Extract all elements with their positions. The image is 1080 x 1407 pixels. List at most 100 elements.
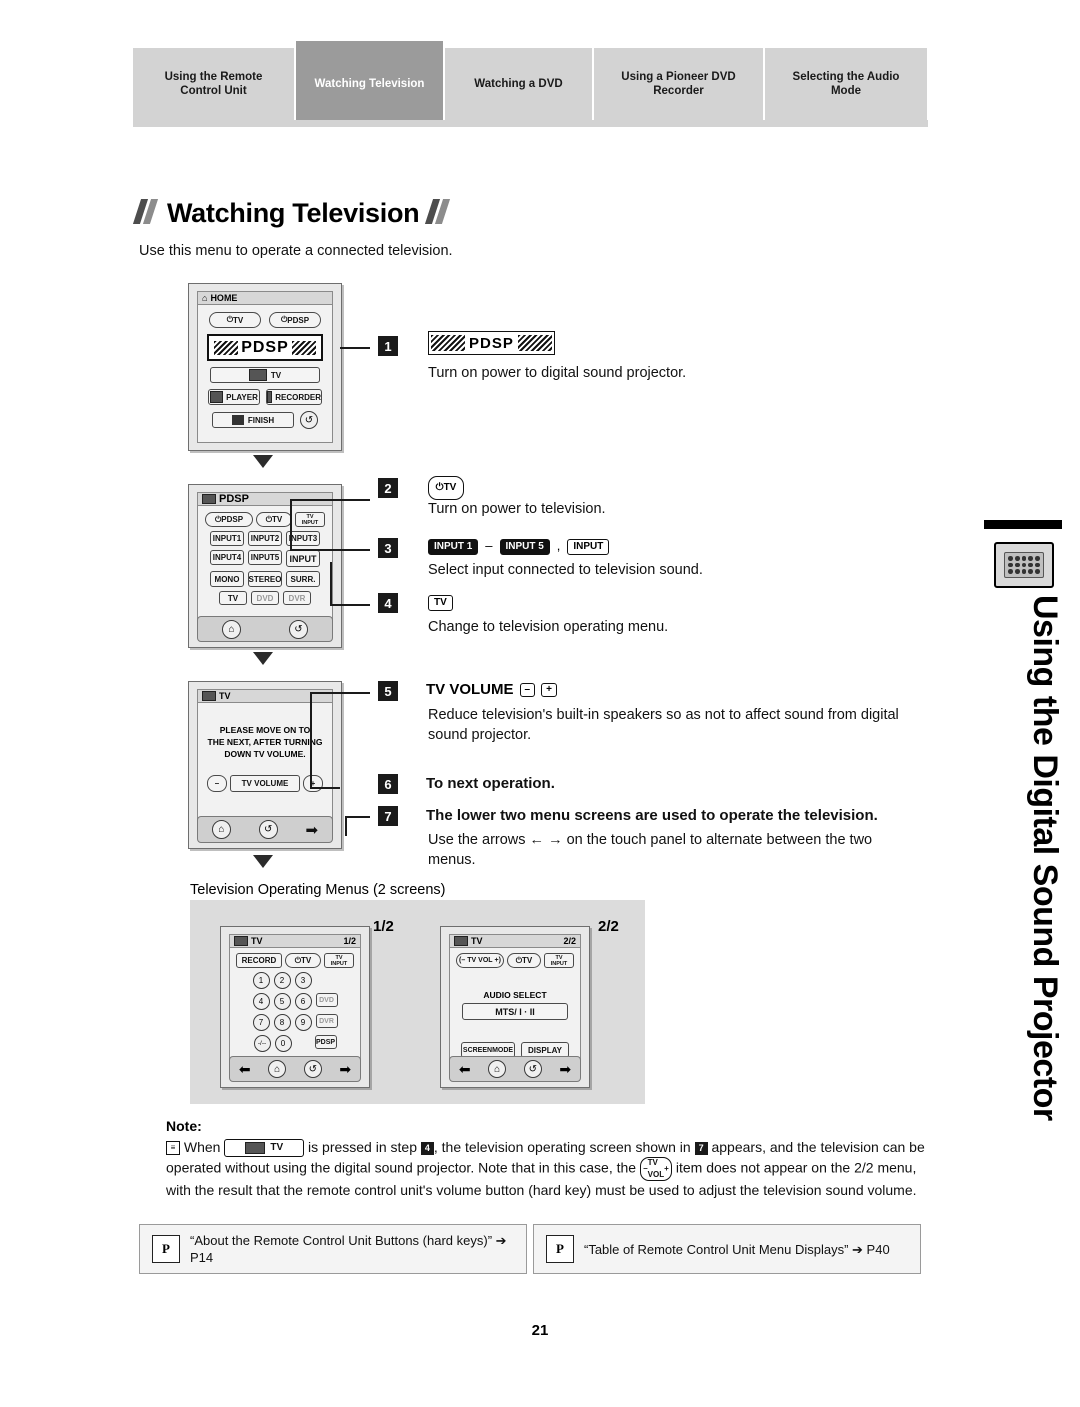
home-btn-tv[interactable]: TV: [210, 367, 320, 383]
pdsp-btn-tv[interactable]: TV: [219, 591, 247, 605]
tvvol-plus-button[interactable]: +: [303, 775, 323, 792]
tv-btn-record[interactable]: RECORD: [236, 953, 282, 968]
pdsp-btn-stereo[interactable]: STEREO: [248, 571, 282, 587]
tv-key-6[interactable]: 6: [294, 993, 312, 1010]
tv-1-2-screen: TV 1/2 RECORD ⏻ TV TV INPUT 1 2 3 4 5 6 …: [229, 934, 361, 1062]
tv-key-0[interactable]: 0: [274, 1035, 292, 1052]
pdsp-btn-surr[interactable]: SURR.: [286, 571, 320, 587]
pdsp-btn-mono[interactable]: MONO: [210, 571, 244, 587]
pdsp-icon: [202, 494, 216, 504]
home-btn-pdsp[interactable]: PDSP: [207, 334, 323, 361]
reference-box-1[interactable]: P “About the Remote Control Unit Buttons…: [139, 1224, 527, 1274]
pdsp-btn-input[interactable]: INPUT: [286, 550, 320, 567]
home-btn-recorder[interactable]: RECORDER: [266, 389, 322, 405]
input-key-icon: INPUT: [567, 538, 610, 555]
pdsp-btn-input4[interactable]: INPUT4: [210, 550, 244, 565]
tv-icon: [234, 936, 248, 946]
tv-2-2-btn-tv-input[interactable]: TV INPUT: [544, 953, 574, 968]
tv-btn-pdsp[interactable]: PDSP: [314, 1035, 337, 1049]
tv-1-2-back-button[interactable]: ↺: [303, 1060, 322, 1078]
pdsp-btn-pdsp-power[interactable]: ⏻ PDSP: [205, 512, 253, 527]
heading-slash-left-icon: [132, 198, 159, 229]
tv-key-3[interactable]: 3: [294, 972, 312, 989]
tab-label-line1: Watching Television: [314, 78, 425, 90]
tvvol-message-line3: DOWN TV VOLUME.: [224, 749, 306, 759]
two-screens-block: TV 1/2 RECORD ⏻ TV TV INPUT 1 2 3 4 5 6 …: [190, 900, 645, 1104]
remote-screen-tv-1-2: TV 1/2 RECORD ⏻ TV TV INPUT 1 2 3 4 5 6 …: [220, 926, 370, 1088]
tv-btn-tv-power[interactable]: ⏻ TV: [285, 953, 321, 968]
flow-arrow-1: [253, 455, 273, 468]
tv-key-2[interactable]: 2: [273, 972, 291, 989]
home-btn-player[interactable]: PLAYER: [208, 389, 260, 405]
tab-watching-television[interactable]: Watching Television: [296, 41, 444, 127]
home-btn-back[interactable]: ↺: [300, 411, 318, 429]
pdsp-btn-dvr[interactable]: DVR: [283, 591, 311, 605]
connector-5a: [310, 692, 370, 694]
note-bullet-icon: ≡: [166, 1141, 180, 1156]
tv-key-1[interactable]: 1: [252, 972, 270, 989]
tvvol-home-button[interactable]: ⌂: [211, 820, 231, 839]
home-btn-tv-power[interactable]: ⏻ TV: [209, 312, 261, 328]
page-title: Watching Television: [167, 198, 420, 228]
next-arrow-icon[interactable]: ➡: [339, 1061, 351, 1078]
tv-2-2-screen: TV 2/2 (– TV VOL +) ⏻ TV TV INPUT AUDIO S: [449, 934, 581, 1062]
step-number-6: 6: [378, 774, 398, 794]
connector-4v: [330, 562, 332, 605]
tvvol-minus-button[interactable]: –: [207, 775, 227, 792]
tv-2-2-home-button[interactable]: ⌂: [488, 1060, 507, 1078]
next-arrow-icon[interactable]: ➡: [559, 1061, 571, 1078]
tv-btn-mts[interactable]: MTS/ I · II: [462, 1003, 568, 1020]
prev-arrow-icon[interactable]: ⬅: [459, 1061, 471, 1078]
tv-btn-dvd[interactable]: DVD: [315, 993, 338, 1007]
note-step-ref-4: 4: [420, 1141, 434, 1155]
tv-key-dash[interactable]: -/--: [253, 1035, 271, 1052]
prev-arrow-icon[interactable]: ⬅: [239, 1061, 251, 1078]
pdsp-btn-input5[interactable]: INPUT5: [248, 550, 282, 565]
tv-key-5[interactable]: 5: [273, 993, 291, 1010]
tvvol-back-button[interactable]: ↺: [258, 820, 278, 839]
remote-screen-pdsp: PDSP ⏻ PDSP ⏻ TV TV INPUT INPUT1 INPUT2 I…: [188, 484, 342, 648]
note-title: Note:: [166, 1118, 202, 1134]
connector-5b: [310, 787, 340, 789]
pdsp-btn-tv-power[interactable]: ⏻ TV: [256, 512, 292, 527]
tab-using-a-pioneer-dvd-recorder[interactable]: Using a Pioneer DVD Recorder: [594, 48, 764, 120]
tv-1-2-home-button[interactable]: ⌂: [268, 1060, 287, 1078]
tv-2-2-btn-tv-power[interactable]: ⏻ TV: [507, 953, 541, 968]
tv-btn-tvvol[interactable]: (– TV VOL +): [456, 953, 504, 968]
pdsp-back-button[interactable]: ↺: [289, 619, 308, 639]
connector-5v: [310, 692, 312, 788]
tvvol-key-icon: – TV VOL +: [639, 1157, 672, 1182]
tvvol-label-button: TV VOLUME: [230, 775, 300, 792]
tab-watching-a-dvd[interactable]: Watching a DVD: [445, 48, 593, 120]
tvvol-next-arrow-icon[interactable]: ➡: [305, 821, 318, 839]
tv-key-4[interactable]: 4: [252, 993, 270, 1010]
home-btn-pdsp-power[interactable]: ⏻ PDSP: [269, 312, 321, 328]
tv-2-2-title-label: TV: [471, 936, 483, 946]
pdsp-home-button[interactable]: ⌂: [222, 619, 241, 639]
tv-2-2-back-button[interactable]: ↺: [523, 1060, 542, 1078]
reference-box-2[interactable]: P “Table of Remote Control Unit Menu Dis…: [533, 1224, 921, 1274]
pdsp-key-icon: PDSP: [428, 331, 555, 355]
connector-7v: [345, 816, 347, 836]
screen-label-1-2: 1/2: [373, 918, 394, 935]
tv-key-icon: TV: [428, 594, 453, 611]
step-6-title: To next operation.: [426, 775, 555, 792]
tv-key-9[interactable]: 9: [294, 1014, 312, 1031]
tv-key-7[interactable]: 7: [252, 1014, 270, 1031]
pdsp-btn-input2[interactable]: INPUT2: [248, 531, 282, 546]
connector-4a: [330, 604, 370, 606]
input5-key-icon: INPUT 5: [499, 538, 550, 555]
flow-arrow-2: [253, 652, 273, 665]
tv-btn-dvr[interactable]: DVR: [315, 1014, 338, 1028]
pdsp-btn-tv-input[interactable]: TV INPUT: [295, 512, 325, 527]
pdsp-btn-input1[interactable]: INPUT1: [210, 531, 244, 546]
home-btn-finish[interactable]: FINISH: [212, 412, 294, 428]
tab-using-the-remote-control-unit[interactable]: Using the Remote Control Unit: [133, 48, 295, 120]
pdsp-btn-dvd[interactable]: DVD: [251, 591, 279, 605]
step-4-key: TV: [428, 594, 453, 612]
tv-btn-tv-input[interactable]: TV INPUT: [324, 953, 354, 968]
tab-selecting-the-audio-mode[interactable]: Selecting the Audio Mode: [765, 48, 928, 120]
tv-key-8[interactable]: 8: [273, 1014, 291, 1031]
tab-label-line1: Selecting the Audio: [792, 71, 900, 83]
remote-screen-tv-2-2: TV 2/2 (– TV VOL +) ⏻ TV TV INPUT AUDIO S: [440, 926, 590, 1088]
